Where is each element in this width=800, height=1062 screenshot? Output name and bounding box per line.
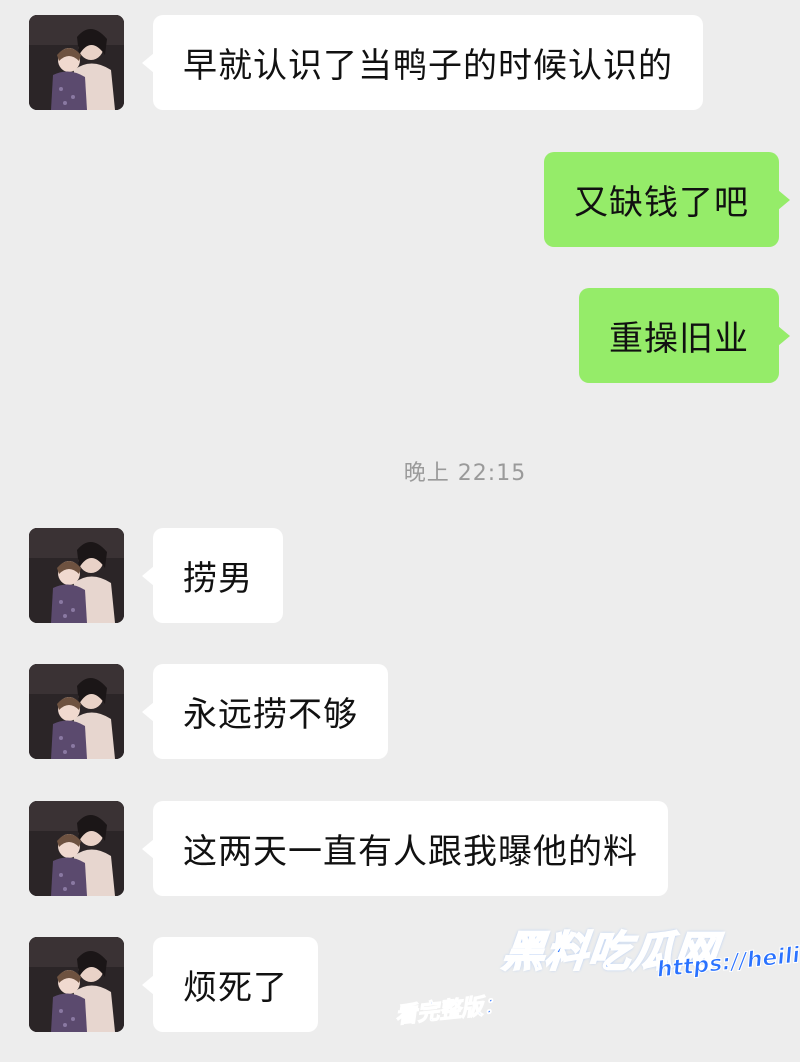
message-bubble-incoming[interactable]: 烦死了: [142, 937, 318, 1032]
message-text: 这两天一直有人跟我曝他的料: [183, 832, 638, 872]
message-bubble-outgoing[interactable]: 重操旧业: [579, 288, 790, 383]
message-text: 重操旧业: [609, 319, 749, 359]
contact-avatar[interactable]: [29, 528, 124, 623]
contact-avatar[interactable]: [29, 15, 124, 110]
message-bubble-incoming[interactable]: 捞男: [142, 528, 283, 623]
message-bubble-incoming[interactable]: 早就认识了当鸭子的时候认识的: [142, 15, 703, 110]
watermark: 黑料吃瓜网 https://heiliaocg23.com 看完整版：: [393, 918, 800, 1048]
avatar-photo: [29, 528, 124, 623]
avatar-photo: [29, 801, 124, 896]
contact-avatar[interactable]: [29, 664, 124, 759]
watermark-prefix: 看完整版：: [393, 992, 506, 1029]
contact-avatar[interactable]: [29, 937, 124, 1032]
message-timestamp: 晚上 22:15: [403, 461, 527, 486]
message-bubble-incoming[interactable]: 这两天一直有人跟我曝他的料: [142, 801, 668, 896]
message-bubble-incoming[interactable]: 永远捞不够: [142, 664, 388, 759]
avatar-photo: [29, 15, 124, 110]
message-bubble-outgoing[interactable]: 又缺钱了吧: [544, 152, 790, 247]
message-text: 永远捞不够: [183, 695, 358, 735]
contact-avatar[interactable]: [29, 801, 124, 896]
avatar-photo: [29, 937, 124, 1032]
message-text: 捞男: [183, 559, 253, 599]
message-text: 烦死了: [183, 968, 288, 1008]
avatar-photo: [29, 664, 124, 759]
message-text: 早就认识了当鸭子的时候认识的: [183, 46, 673, 86]
message-text: 又缺钱了吧: [574, 183, 749, 223]
